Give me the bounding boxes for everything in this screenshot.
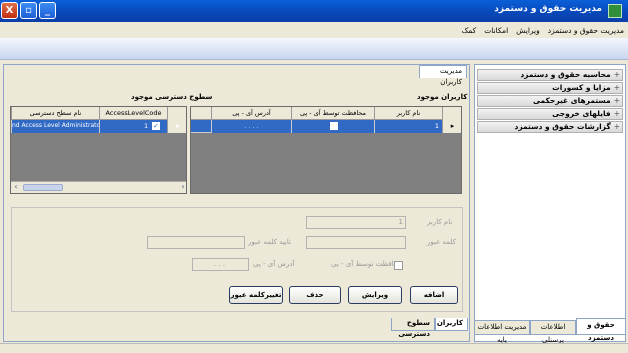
nav-reports[interactable]: +گزارشات حقوق و دستمزد xyxy=(477,121,623,133)
nav-item-label: مستمرهای غیرحکمی xyxy=(532,96,611,105)
confirm-password-field[interactable] xyxy=(147,236,245,249)
title-bar: X ▫ _ مدیریت حقوق و دستمزد xyxy=(0,0,628,22)
main-panel: مدیریت کاربران کاربران موجود سطوح دسترسی… xyxy=(3,64,470,342)
minimize-button[interactable]: _ xyxy=(39,2,56,19)
close-button[interactable]: X xyxy=(1,2,18,19)
expand-icon: + xyxy=(613,83,620,92)
cell-access-code: ✓ 1 xyxy=(99,120,167,133)
col-access-name[interactable]: نام سطح دسترسی xyxy=(11,107,99,120)
ip-address-field[interactable]: . . . xyxy=(192,258,249,271)
menu-tools[interactable]: امکانات xyxy=(484,26,508,35)
col-ip-protect[interactable]: محافظت توسط آی - پی xyxy=(291,107,374,120)
nav-item-label: محاسبه حقوق و دستمزد xyxy=(520,70,611,79)
access-section-label: سطوح دسترسی موجود xyxy=(131,93,213,101)
expand-icon: + xyxy=(613,109,620,118)
username-label: نام کاربر xyxy=(427,218,453,226)
cell-ip-address: . . . . xyxy=(211,120,291,133)
toolbar xyxy=(0,38,628,60)
nav-item-label: فایلهای خروجی xyxy=(552,109,611,118)
ip-protect-label: محافظت توسط آی - پی xyxy=(331,260,403,268)
row-pointer-icon: ▸ xyxy=(167,120,186,133)
row-header-corner xyxy=(167,107,186,120)
scroll-thumb[interactable] xyxy=(23,184,63,191)
cell-username: 1 xyxy=(374,120,442,133)
menu-help[interactable]: کمک xyxy=(462,26,477,35)
delete-button[interactable]: حذف xyxy=(289,286,341,304)
change-password-button[interactable]: تغییرکلمه عبور xyxy=(229,286,283,304)
add-button[interactable]: اضافه xyxy=(410,286,458,304)
table-row[interactable]: 1 . . . . ▸ xyxy=(191,120,461,133)
users-section-label: کاربران موجود xyxy=(417,93,468,101)
ip-address-label: آدرس آی - پی xyxy=(253,260,295,268)
edit-button[interactable]: ویرایش xyxy=(348,286,402,304)
tab-base-info[interactable]: مدیریت اطلاعات پایه xyxy=(474,320,530,344)
username-field[interactable]: 1 xyxy=(306,216,406,229)
table-row[interactable]: ✓ 1 nd Access Level Administrator ▸ xyxy=(11,120,186,133)
app-icon xyxy=(608,4,622,18)
tab-personnel[interactable]: اطلاعات پرسنلی xyxy=(530,320,576,344)
tab-payroll[interactable]: حقوق و دستمزد xyxy=(576,318,626,342)
expand-icon: + xyxy=(613,96,620,105)
cell-access-name: nd Access Level Administrator xyxy=(11,120,99,133)
row-header-corner xyxy=(442,107,461,120)
cell-ip-protect[interactable] xyxy=(291,120,374,133)
nav-item-label: گزارشات حقوق و دستمزد xyxy=(514,122,611,131)
tab-user-management[interactable]: مدیریت کاربران xyxy=(419,65,467,86)
nav-output-files[interactable]: +فایلهای خروجی xyxy=(477,108,623,120)
scroll-right-icon[interactable]: › xyxy=(178,182,186,193)
horizontal-scrollbar[interactable]: ‹ › xyxy=(11,181,186,193)
confirm-password-label: تایید کلمه عبور xyxy=(248,238,292,246)
access-code-value: 1 xyxy=(144,122,149,130)
menu-payroll[interactable]: مدیریت حقوق و دستمزد xyxy=(548,26,624,35)
nav-tabs: حقوق و دستمزد اطلاعات پرسنلی مدیریت اطلا… xyxy=(474,318,626,344)
status-bar xyxy=(0,343,628,353)
users-grid[interactable]: نام کاربر محافظت توسط آی - پی آدرس آی - … xyxy=(190,106,462,194)
expand-icon: + xyxy=(613,122,620,131)
users-grid-header: نام کاربر محافظت توسط آی - پی آدرس آی - … xyxy=(191,107,461,120)
col-username[interactable]: نام کاربر xyxy=(374,107,442,120)
nav-continuous[interactable]: +مستمرهای غیرحکمی xyxy=(477,95,623,107)
menu-bar: مدیریت حقوق و دستمزد ویرایش امکانات کمک xyxy=(0,22,628,38)
window-title: مدیریت حقوق و دستمزد xyxy=(494,4,602,14)
ip-protect-checkbox[interactable] xyxy=(394,261,403,270)
expand-icon: + xyxy=(613,70,620,79)
nav-payroll-calc[interactable]: +محاسبه حقوق و دستمزد xyxy=(477,69,623,81)
row-pointer-icon: ▸ xyxy=(442,120,461,133)
col-access-code[interactable]: AccessLevelCode xyxy=(99,107,167,120)
checkbox-icon[interactable] xyxy=(330,122,338,130)
navigation-panel: +محاسبه حقوق و دستمزد +مزایا و کسورات +م… xyxy=(474,64,626,342)
password-field[interactable] xyxy=(306,236,406,249)
menu-edit[interactable]: ویرایش xyxy=(516,26,540,35)
col-ip-address[interactable]: آدرس آی - پی xyxy=(211,107,291,120)
checkbox-checked-icon[interactable]: ✓ xyxy=(152,122,160,130)
nav-item-label: مزایا و کسورات xyxy=(552,83,611,92)
access-grid-header: AccessLevelCode نام سطح دسترسی xyxy=(11,107,186,120)
tab-access-levels[interactable]: سطوح دسترسی xyxy=(391,318,435,338)
nav-benefits[interactable]: +مزایا و کسورات xyxy=(477,82,623,94)
password-label: کلمه عبور xyxy=(427,238,456,246)
tab-users[interactable]: کاربران xyxy=(435,318,468,331)
maximize-button[interactable]: ▫ xyxy=(20,2,37,19)
scroll-left-icon[interactable]: ‹ xyxy=(11,182,21,193)
access-levels-grid[interactable]: AccessLevelCode نام سطح دسترسی ✓ 1 nd Ac… xyxy=(10,106,187,194)
